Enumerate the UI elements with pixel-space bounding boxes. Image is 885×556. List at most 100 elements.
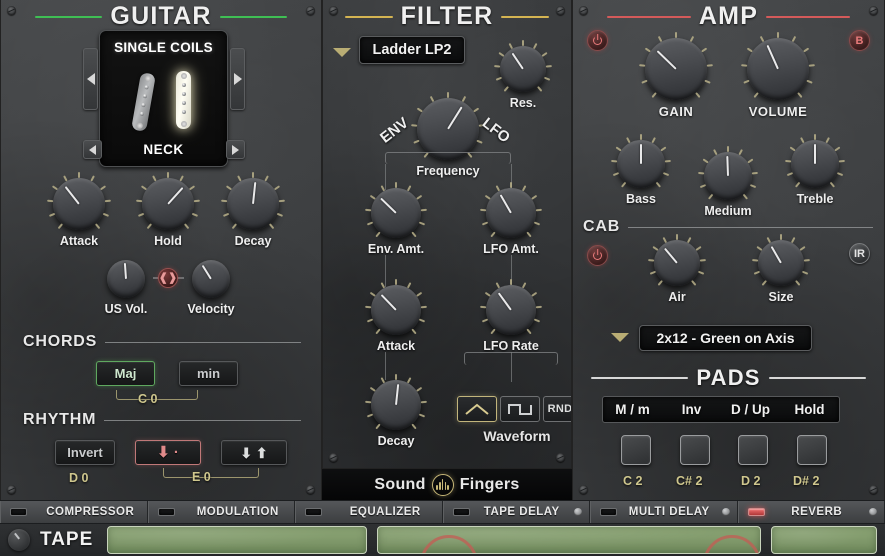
- pickup-graphic: [100, 67, 227, 145]
- tab-equalizer[interactable]: EQUALIZER: [295, 501, 443, 523]
- pad-mode-mm[interactable]: M / m: [603, 402, 662, 417]
- knob-volume[interactable]: VOLUME: [738, 32, 818, 119]
- pickup-type-next-button[interactable]: [230, 48, 245, 110]
- filter-panel: FILTER Ladder LP2 Res. Frequency ENV LFO: [322, 0, 572, 500]
- pickup-position-prev-button[interactable]: [83, 140, 102, 159]
- rhythm-invert-button[interactable]: Invert: [55, 440, 115, 465]
- brand-name-right: Fingers: [459, 475, 520, 493]
- waveform-square-button[interactable]: [500, 396, 540, 422]
- chord-min-button[interactable]: min: [179, 361, 238, 386]
- knob-lfo-amt[interactable]: LFO Amt.: [473, 182, 549, 256]
- neck-pickup-icon: [176, 71, 191, 129]
- screw-icon: [329, 6, 338, 15]
- knob-label: Bass: [626, 192, 656, 206]
- knob-air[interactable]: Air: [643, 234, 711, 304]
- header-rule: [766, 15, 850, 18]
- pad-button-cs2[interactable]: [680, 435, 710, 465]
- knob-ticks: [741, 32, 815, 106]
- filter-section-header: FILTER: [323, 2, 571, 31]
- cab-dropdown[interactable]: 2x12 - Green on Axis: [639, 325, 812, 351]
- knob-env-amt[interactable]: Env. Amt.: [358, 182, 434, 256]
- knob-decay[interactable]: Decay: [220, 172, 286, 248]
- screw-icon: [556, 6, 565, 15]
- tab-reverb[interactable]: REVERB: [737, 501, 885, 523]
- pads-section-header: PADS: [573, 365, 884, 391]
- knob-size[interactable]: Size: [747, 234, 815, 304]
- screw-icon: [556, 453, 565, 462]
- effects-tab-bar: COMPRESSOR MODULATION EQUALIZER TAPE DEL…: [0, 500, 885, 524]
- power-icon: [593, 251, 602, 260]
- knob-lfo-rate[interactable]: LFO Rate: [473, 279, 549, 353]
- pad-button-c2[interactable]: [621, 435, 651, 465]
- pad-mode-dup[interactable]: D / Up: [721, 402, 780, 417]
- tape-knob[interactable]: [8, 529, 30, 551]
- brand-bar: Sound Fingers: [322, 468, 572, 500]
- pads-mode-strip: M / m Inv D / Up Hold: [602, 396, 840, 423]
- knob-res[interactable]: Res.: [493, 40, 553, 110]
- screw-icon: [329, 453, 338, 462]
- fx-display-2[interactable]: [376, 526, 762, 554]
- knob-medium[interactable]: Medium: [693, 146, 763, 218]
- amp-section-header: AMP: [573, 2, 884, 31]
- tab-multi-delay[interactable]: MULTI DELAY: [590, 501, 738, 523]
- knob-filter-attack[interactable]: Attack: [358, 279, 434, 353]
- pad-button-ds2[interactable]: [797, 435, 827, 465]
- knob-treble[interactable]: Treble: [780, 134, 850, 206]
- amp-channel-b-button[interactable]: B: [849, 30, 870, 51]
- link-icon[interactable]: ❰❱: [158, 268, 178, 288]
- knob-label: Size: [768, 290, 794, 304]
- cab-subsection-header: CAB: [583, 218, 873, 236]
- knob-label: VOLUME: [748, 104, 808, 119]
- knob-attack[interactable]: Attack: [46, 172, 112, 248]
- pickup-position-next-button[interactable]: [226, 140, 245, 159]
- tab-led-icon: [452, 508, 470, 516]
- tab-modulation[interactable]: MODULATION: [147, 501, 295, 523]
- pad-mode-hold[interactable]: Hold: [780, 402, 839, 417]
- waveform-bracket: [464, 352, 558, 365]
- screw-icon: [306, 6, 315, 15]
- pickup-type-prev-button[interactable]: [83, 48, 98, 110]
- rhythm-down-up-button[interactable]: ⬇ ⬆: [221, 440, 287, 465]
- knob-gain[interactable]: GAIN: [636, 32, 716, 119]
- knob-hold[interactable]: Hold: [135, 172, 201, 248]
- filter-type-dropdown[interactable]: Ladder LP2: [359, 36, 465, 64]
- pad-mode-inv[interactable]: Inv: [662, 402, 721, 417]
- tab-led-icon: [157, 508, 175, 516]
- knob-ticks: [698, 146, 758, 206]
- knob-bass[interactable]: Bass: [606, 134, 676, 206]
- fx-display-3[interactable]: [771, 526, 877, 554]
- waveform-random-button[interactable]: RND: [543, 396, 571, 422]
- chord-maj-button[interactable]: Maj: [96, 361, 155, 386]
- subheader-rule: [628, 226, 873, 228]
- knob-ticks: [648, 234, 706, 292]
- knob-us-vol[interactable]: US Vol.: [99, 260, 153, 316]
- amp-power-button[interactable]: [587, 30, 608, 51]
- tab-tape-delay[interactable]: TAPE DELAY: [442, 501, 590, 523]
- pickup-display[interactable]: SINGLE COILS NECK: [99, 30, 228, 167]
- tab-compressor[interactable]: COMPRESSOR: [0, 501, 148, 523]
- knob-velocity[interactable]: Velocity: [184, 260, 238, 316]
- rhythm-down-dot-button[interactable]: ⬇ ·: [135, 440, 201, 465]
- knob-ticks: [611, 134, 671, 194]
- knob-frequency[interactable]: Frequency: [405, 92, 491, 178]
- waveform-triangle-button[interactable]: [457, 396, 497, 422]
- pad-button-d2[interactable]: [738, 435, 768, 465]
- screw-icon: [7, 485, 16, 494]
- chords-title: CHORDS: [23, 333, 98, 350]
- chevron-down-icon[interactable]: [333, 48, 351, 57]
- tab-indicator-icon: [721, 508, 730, 516]
- chevron-down-icon[interactable]: [611, 333, 629, 342]
- tab-led-icon: [10, 508, 27, 516]
- pads-title: PADS: [696, 365, 761, 390]
- amp-panel: AMP B GAIN VOLUME Bass Medium Treble CAB…: [572, 0, 885, 500]
- tab-led-icon: [600, 508, 617, 516]
- down-up-icon: ⬇ ⬆: [240, 444, 268, 461]
- rhythm-note-bracket: [163, 468, 259, 478]
- fx-title: TAPE: [40, 529, 94, 550]
- knob-filter-decay[interactable]: Decay: [358, 374, 434, 448]
- cab-power-button[interactable]: [587, 245, 608, 266]
- knob-label: Env. Amt.: [367, 242, 425, 256]
- cab-ir-button[interactable]: IR: [849, 243, 870, 264]
- fx-display-1[interactable]: [107, 526, 367, 554]
- screw-icon: [579, 6, 588, 15]
